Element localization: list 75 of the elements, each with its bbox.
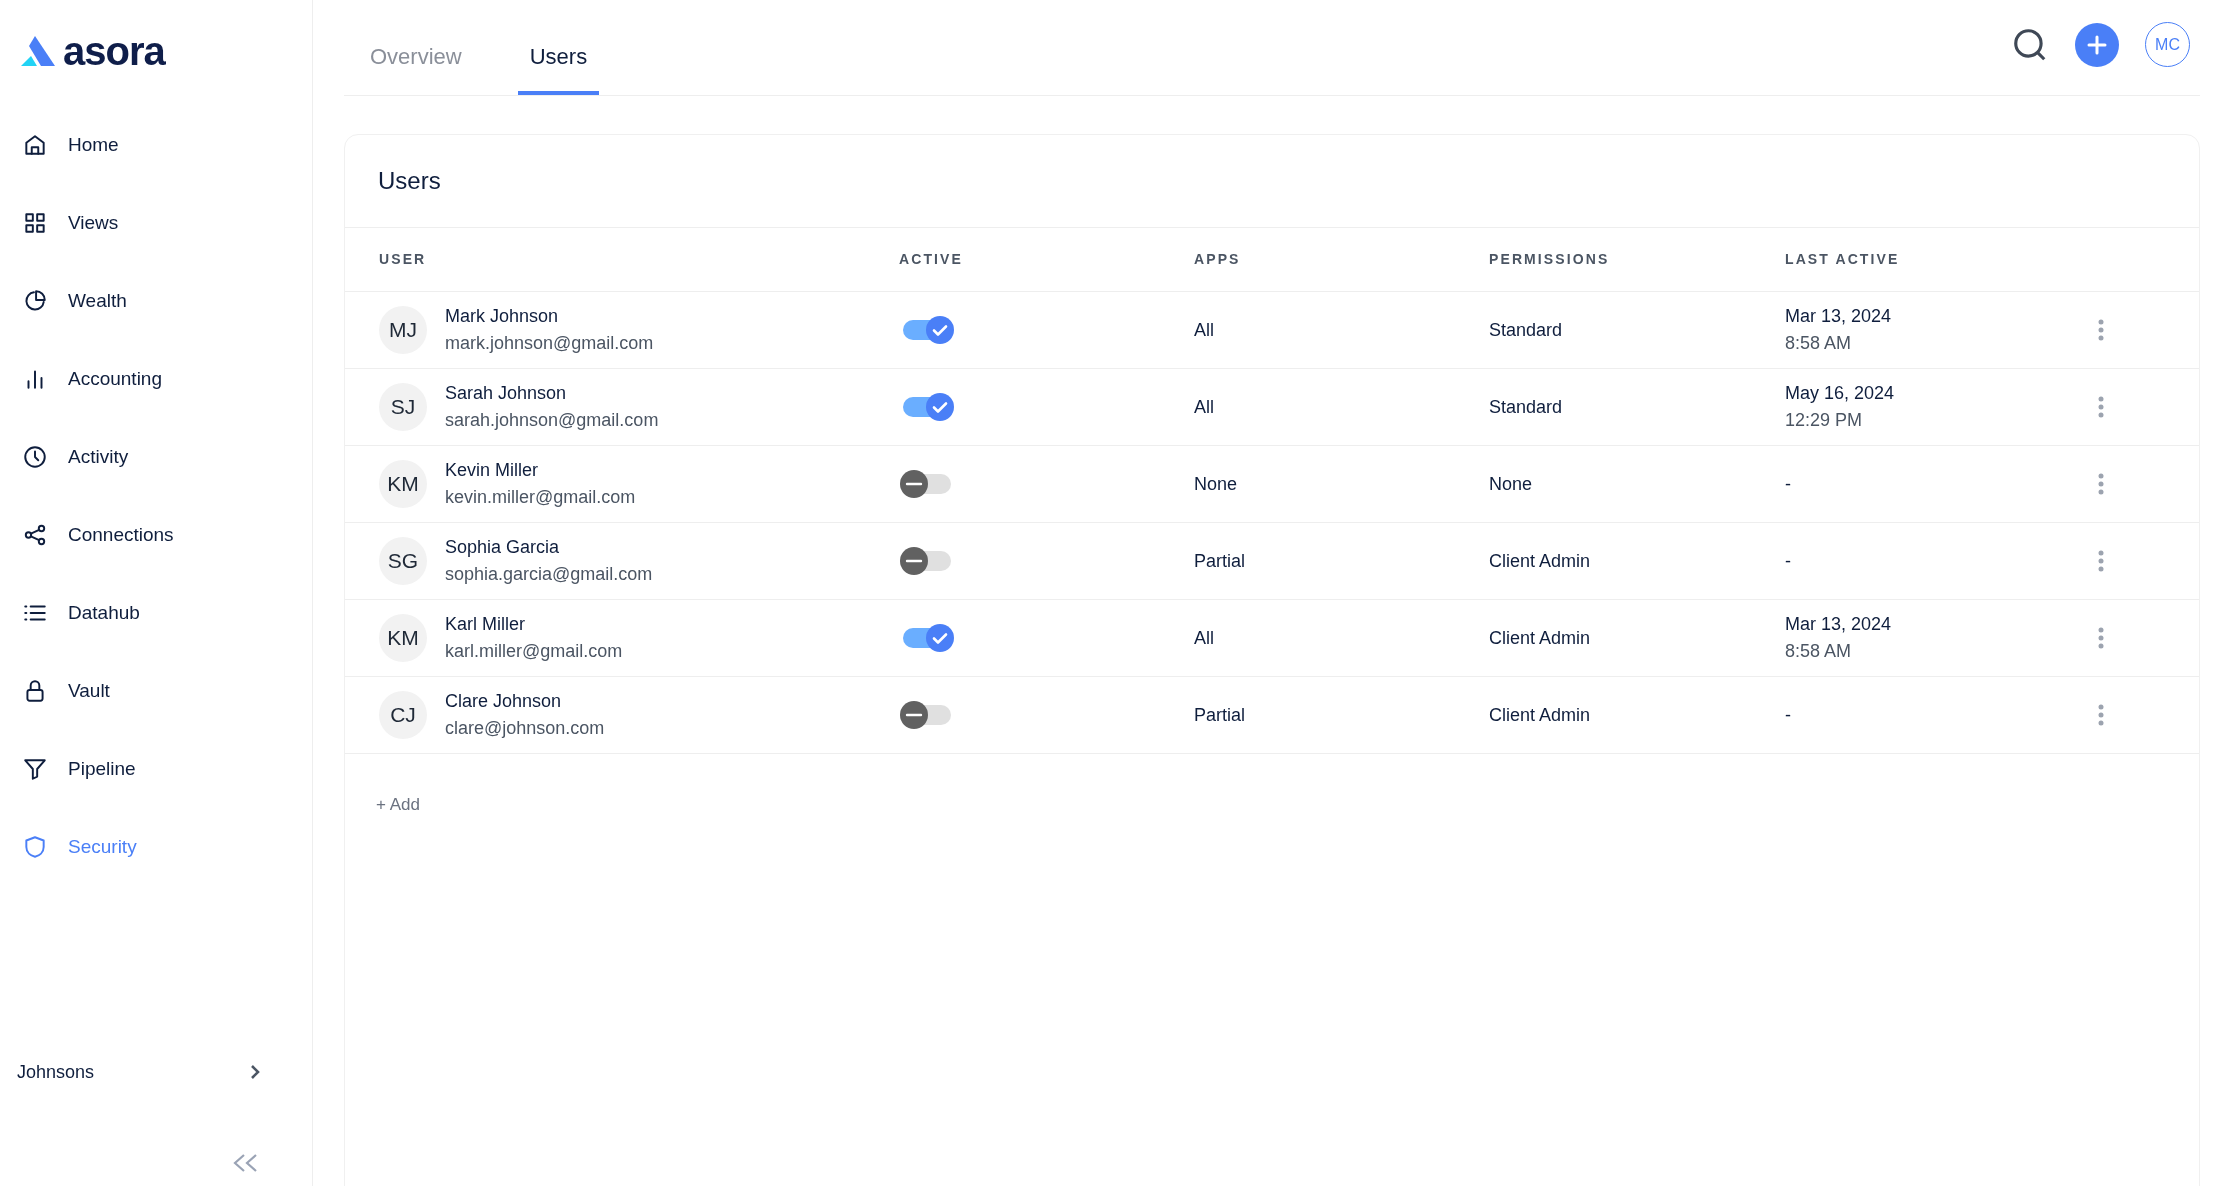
permissions-cell-text: None <box>1489 472 1533 496</box>
home-icon <box>22 132 48 158</box>
permissions-cell-text: Client Admin <box>1489 626 1591 650</box>
clock-icon <box>22 444 48 470</box>
user-initials-avatar: KM <box>379 460 427 508</box>
more-icon[interactable] <box>2097 395 2105 419</box>
filter-icon <box>22 756 48 782</box>
column-header: PERMISSIONS <box>1489 250 1610 269</box>
user-name: Clare Johnson <box>445 690 563 713</box>
column-header: USER <box>379 250 427 269</box>
card-title: Users <box>378 166 441 196</box>
apps-cell-text: Partial <box>1194 703 1246 727</box>
grid-icon <box>22 210 48 236</box>
sidebar-item[interactable]: Activity <box>0 418 312 496</box>
permissions-cell-text: Client Admin <box>1489 703 1591 727</box>
user-initials-avatar: SJ <box>379 383 427 431</box>
tab[interactable]: Users <box>517 40 600 95</box>
last-active-date: Mar 13, 2024 <box>1785 613 1893 636</box>
user-email: kevin.miller@gmail.com <box>445 486 636 509</box>
user-name: Karl Miller <box>445 613 526 636</box>
chevron-right-icon <box>248 1063 262 1081</box>
brand-name: asora <box>63 31 165 71</box>
last-active-date: - <box>1785 472 1792 496</box>
column-header: LAST ACTIVE <box>1785 250 1900 269</box>
user-name: Mark Johnson <box>445 305 560 328</box>
more-icon[interactable] <box>2097 703 2105 727</box>
more-icon[interactable] <box>2097 472 2105 496</box>
share-icon <box>22 522 48 548</box>
sidebar-item[interactable]: Security <box>0 808 312 886</box>
column-header: APPS <box>1194 250 1241 269</box>
sidebar-item[interactable]: Pipeline <box>0 730 312 808</box>
more-icon[interactable] <box>2097 318 2105 342</box>
last-active-time: 8:58 AM <box>1785 332 1853 355</box>
user-email: sophia.garcia@gmail.com <box>445 563 653 586</box>
user-initials-avatar: KM <box>379 614 427 662</box>
apps-cell-text: All <box>1194 318 1214 342</box>
shield-icon <box>22 834 48 860</box>
user-initials-avatar: SG <box>379 537 427 585</box>
add-user-link[interactable]: + Add <box>376 792 420 818</box>
user-name: Kevin Miller <box>445 459 540 482</box>
sidebar-item[interactable]: Home <box>0 106 312 184</box>
sidebar-item[interactable]: Vault <box>0 652 312 730</box>
column-header: ACTIVE <box>899 250 963 269</box>
apps-cell-text: None <box>1194 472 1238 496</box>
last-active-time: 12:29 PM <box>1785 409 1864 432</box>
sidebar-item[interactable]: Wealth <box>0 262 312 340</box>
user-name: Sophia Garcia <box>445 536 561 559</box>
sidebar-item[interactable]: Accounting <box>0 340 312 418</box>
permissions-cell-text: Standard <box>1489 318 1563 342</box>
user-email: karl.miller@gmail.com <box>445 640 623 663</box>
permissions-cell-text: Standard <box>1489 395 1563 419</box>
user-name: Sarah Johnson <box>445 382 568 405</box>
apps-cell-text: Partial <box>1194 549 1246 573</box>
plus-icon <box>2086 33 2108 56</box>
user-initials-avatar: CJ <box>379 691 427 739</box>
permissions-cell-text: Client Admin <box>1489 549 1591 573</box>
pie-chart-icon <box>22 288 48 314</box>
user-initials-avatar: MJ <box>379 306 427 354</box>
apps-cell-text: All <box>1194 626 1214 650</box>
sidebar-item[interactable]: Views <box>0 184 312 262</box>
last-active-date: - <box>1785 703 1792 727</box>
add-button[interactable] <box>2075 22 2119 67</box>
last-active-date: May 16, 2024 <box>1785 382 1896 405</box>
sidebar-item[interactable]: Datahub <box>0 574 312 652</box>
last-active-time: 8:58 AM <box>1785 640 1853 663</box>
workspace-selector[interactable]: Johnsons <box>0 1052 312 1092</box>
user-email: clare@johnson.com <box>445 717 605 740</box>
more-icon[interactable] <box>2097 549 2105 573</box>
last-active-date: - <box>1785 549 1792 573</box>
last-active-date: Mar 13, 2024 <box>1785 305 1893 328</box>
user-email: mark.johnson@gmail.com <box>445 332 654 355</box>
more-icon[interactable] <box>2097 626 2105 650</box>
apps-cell-text: All <box>1194 395 1214 419</box>
sidebar-item[interactable]: Connections <box>0 496 312 574</box>
user-email: sarah.johnson@gmail.com <box>445 409 659 432</box>
